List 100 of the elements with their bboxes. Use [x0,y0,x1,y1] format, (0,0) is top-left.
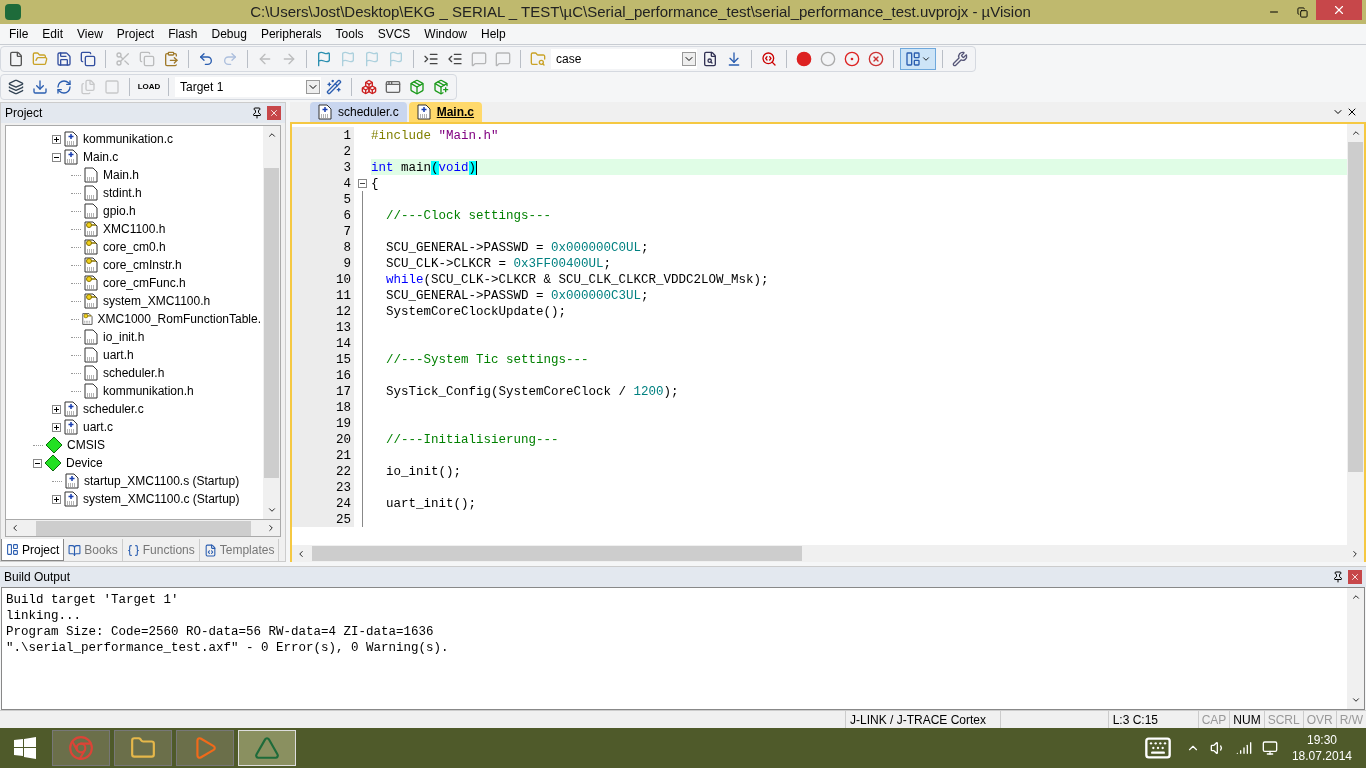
scroll-up-icon [1350,592,1361,602]
close-button[interactable] [267,106,281,120]
output-line: ".\serial_performance_test.axf" - 0 Error(s), 0 Warning(s). [6,640,450,656]
panel-tab[interactable]: Books [64,539,123,561]
window-layout-icon [905,51,921,67]
books-icon [68,543,82,557]
tree-item[interactable]: kommunikation.h [101,382,196,400]
tree-item[interactable]: core_cmInstr.h [101,256,184,274]
editor-tab[interactable]: Main.c [408,102,483,122]
panel-tab[interactable]: Templates [199,539,280,561]
close-icon[interactable] [1346,106,1358,118]
expand-toggle[interactable] [52,404,61,414]
c-file-icon [64,491,78,507]
dropdown-field[interactable]: Target 1 [175,77,321,97]
fold-toggle[interactable] [358,178,367,188]
toolbar-button[interactable] [900,48,936,70]
menu-item[interactable]: Help [474,25,513,43]
tree-item[interactable]: core_cm0.h [101,238,168,256]
tree-item[interactable]: system_XMC1100.c (Startup) [81,490,242,508]
plus-icon [53,423,60,431]
tree-item[interactable]: gpio.h [101,202,138,220]
settings-icon [952,51,968,67]
expand-toggle[interactable] [52,422,61,432]
scrollbar[interactable] [292,545,1364,562]
close-icon [269,108,279,118]
expand-toggle[interactable] [52,494,61,504]
key-file-icon [81,311,93,327]
line-number: 19 [292,415,354,431]
code-line: //---System Tic settings--- [385,352,590,367]
tree-item[interactable]: stdint.h [101,184,144,202]
header-file-icon [84,167,98,183]
collapse-toggle[interactable] [33,458,42,468]
expand-toggle[interactable] [52,134,61,144]
scrollbar[interactable] [263,126,280,519]
build-icon [32,79,48,95]
pin-icon[interactable] [251,107,263,119]
menu-item[interactable]: Debug [204,25,254,43]
panel-tab[interactable]: Functions [122,539,200,561]
toolbar-button[interactable]: LOAD [136,76,162,98]
collapse-toggle[interactable] [52,152,61,162]
tree-item[interactable]: XMC1100.h [101,220,168,238]
tree-item[interactable]: XMC1000_RomFunctionTable. [95,310,263,328]
tree-item[interactable]: scheduler.h [101,364,167,382]
pin-icon[interactable] [1332,571,1344,583]
translate-icon [8,79,24,95]
menu-item[interactable]: Peripherals [253,25,329,43]
unindent-icon [447,51,463,67]
tree-item[interactable]: CMSIS [65,436,107,454]
menu-item[interactable]: Project [109,25,162,43]
header-file-icon [84,347,98,363]
tree-item[interactable]: Main.h [101,166,142,184]
menu-item[interactable]: Flash [161,25,205,43]
menu-item[interactable]: View [70,25,110,43]
output-line: Build target 'Target 1' [6,592,180,608]
menu-item[interactable]: File [2,25,36,43]
plus-icon [53,495,60,503]
editor-tab[interactable]: scheduler.c [310,102,407,122]
tree-item[interactable]: io_init.h [101,328,147,346]
code-line: SysTick_Config(SystemCoreClock / 1200); [385,384,680,399]
tree-item[interactable]: scheduler.c [81,400,146,418]
scrollbar[interactable] [1347,124,1364,545]
key-file-icon [84,293,98,309]
line-number: 23 [292,479,354,495]
code-line: //---Initialisierung--- [385,432,560,447]
line-number: 14 [292,335,354,351]
pack-icon [409,79,425,95]
display-icon[interactable] [1261,740,1278,756]
line-number: 13 [292,319,354,335]
key-file-icon [84,221,98,237]
copy-icon [139,51,155,67]
clock[interactable]: 19:30 18.07.2014 [1291,732,1352,764]
down-arrow-icon [726,51,742,67]
signal-icon[interactable] [1235,740,1252,756]
tree-item[interactable]: Device [64,454,105,472]
taskbar-button[interactable] [114,730,172,766]
c-file-icon [64,149,78,165]
tree-item[interactable]: uart.h [101,346,136,364]
menu-item[interactable]: Edit [35,25,71,43]
close-button[interactable] [1348,570,1362,584]
breakpoint-icon [796,51,812,67]
menu-item[interactable]: Tools [328,25,371,43]
tree-item[interactable]: uart.c [81,418,115,436]
menu-item[interactable]: SVCS [370,25,418,43]
tree-item[interactable]: Main.c [81,148,121,166]
menu-item[interactable]: Window [417,25,474,43]
tree-item[interactable]: startup_XMC1100.s (Startup) [82,472,242,490]
tree-item[interactable]: kommunikation.c [81,130,176,148]
panel-tab[interactable]: Project [1,539,65,561]
scrollbar[interactable] [5,520,281,537]
tree-item[interactable]: core_cmFunc.h [101,274,188,292]
save-all-icon [80,51,96,67]
c-file-icon [64,401,78,417]
tree-item[interactable]: system_XMC1100.h [101,292,213,310]
back-arrow-icon [257,51,273,67]
scroll-up-icon [266,130,277,140]
debug-magnifier-icon [761,51,777,67]
scrollbar[interactable] [1347,588,1364,709]
components-icon [361,79,377,95]
header-file-icon [84,365,98,381]
dropdown-field[interactable]: case [551,49,697,69]
